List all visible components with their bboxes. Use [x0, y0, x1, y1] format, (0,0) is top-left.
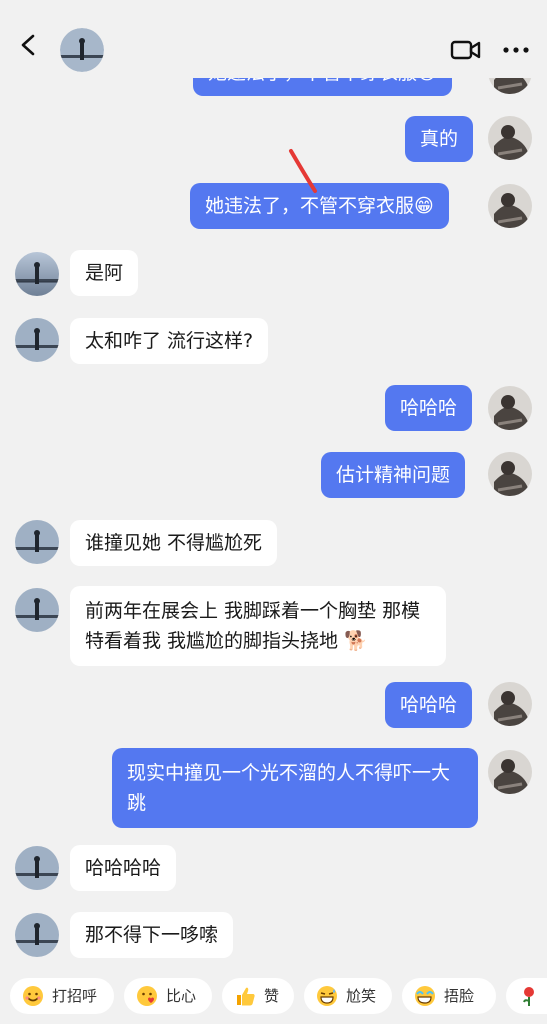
my-avatar[interactable]	[488, 386, 532, 430]
contact-avatar[interactable]	[15, 588, 59, 632]
message-bubble-mine[interactable]: 哈哈哈	[385, 385, 473, 431]
facepalm-emoji-icon	[415, 986, 435, 1006]
contact-header-avatar[interactable]	[60, 28, 104, 72]
quick-reply-label: 捂脸	[444, 987, 475, 1005]
quick-reply-label: 尬笑	[346, 987, 377, 1005]
awkward-laugh-emoji-icon	[317, 986, 337, 1006]
contact-avatar[interactable]	[15, 318, 59, 362]
contact-avatar[interactable]	[15, 846, 59, 890]
quick-reply-facepalm[interactable]: 捂脸	[402, 978, 496, 1014]
chat-header	[0, 0, 547, 78]
message-bubble-mine[interactable]: 估计精神问题	[321, 452, 466, 498]
message-bubble-mine[interactable]: 哈哈哈	[385, 682, 473, 728]
message-bubble-mine[interactable]: 真的	[405, 116, 474, 162]
my-avatar[interactable]	[488, 116, 532, 160]
video-call-icon[interactable]	[450, 38, 482, 62]
back-arrow-icon[interactable]	[18, 34, 40, 56]
quick-reply-label: 打招呼	[52, 987, 98, 1005]
contact-avatar[interactable]	[15, 252, 59, 296]
quick-reply-rose[interactable]	[506, 978, 547, 1014]
my-avatar[interactable]	[488, 750, 532, 794]
quick-reply-label: 比心	[166, 987, 197, 1005]
quick-reply-heart[interactable]: 比心	[124, 978, 212, 1014]
message-bubble-contact[interactable]: 谁撞见她 不得尴尬死	[70, 520, 278, 566]
contact-avatar[interactable]	[15, 913, 59, 957]
quick-reply-bar: 打招呼 比心 赞 尬笑 捂脸	[0, 972, 547, 1024]
contact-avatar[interactable]	[15, 520, 59, 564]
message-bubble-contact[interactable]: 是阿	[70, 250, 139, 296]
message-bubble-contact[interactable]: 太和咋了 流行这样?	[70, 318, 269, 364]
message-bubble-contact[interactable]: 那不得下一哆嗦	[70, 912, 234, 958]
rose-icon	[523, 987, 534, 1006]
quick-reply-label: 赞	[264, 987, 280, 1005]
thumbs-up-icon	[237, 987, 255, 1006]
more-options-icon[interactable]	[500, 38, 532, 62]
message-bubble-contact[interactable]: 前两年在展会上 我脚踩着一个胸垫 那模特看着我 我尴尬的脚指头挠地 🐕	[70, 586, 446, 666]
quick-reply-awkward-laugh[interactable]: 尬笑	[304, 978, 392, 1014]
my-avatar[interactable]	[488, 452, 532, 496]
message-bubble-mine[interactable]: 她违法了，不管不穿衣服😁	[190, 183, 449, 229]
quick-reply-like[interactable]: 赞	[222, 978, 294, 1014]
message-bubble-mine[interactable]: 现实中撞见一个光不溜的人不得吓一大跳	[112, 748, 478, 828]
my-avatar[interactable]	[488, 184, 532, 228]
my-avatar[interactable]	[488, 682, 532, 726]
message-bubble-contact[interactable]: 哈哈哈哈	[70, 845, 177, 891]
quick-reply-greet[interactable]: 打招呼	[10, 978, 114, 1014]
smile-emoji-icon	[23, 986, 43, 1006]
heart-hand-emoji-icon	[137, 986, 157, 1006]
